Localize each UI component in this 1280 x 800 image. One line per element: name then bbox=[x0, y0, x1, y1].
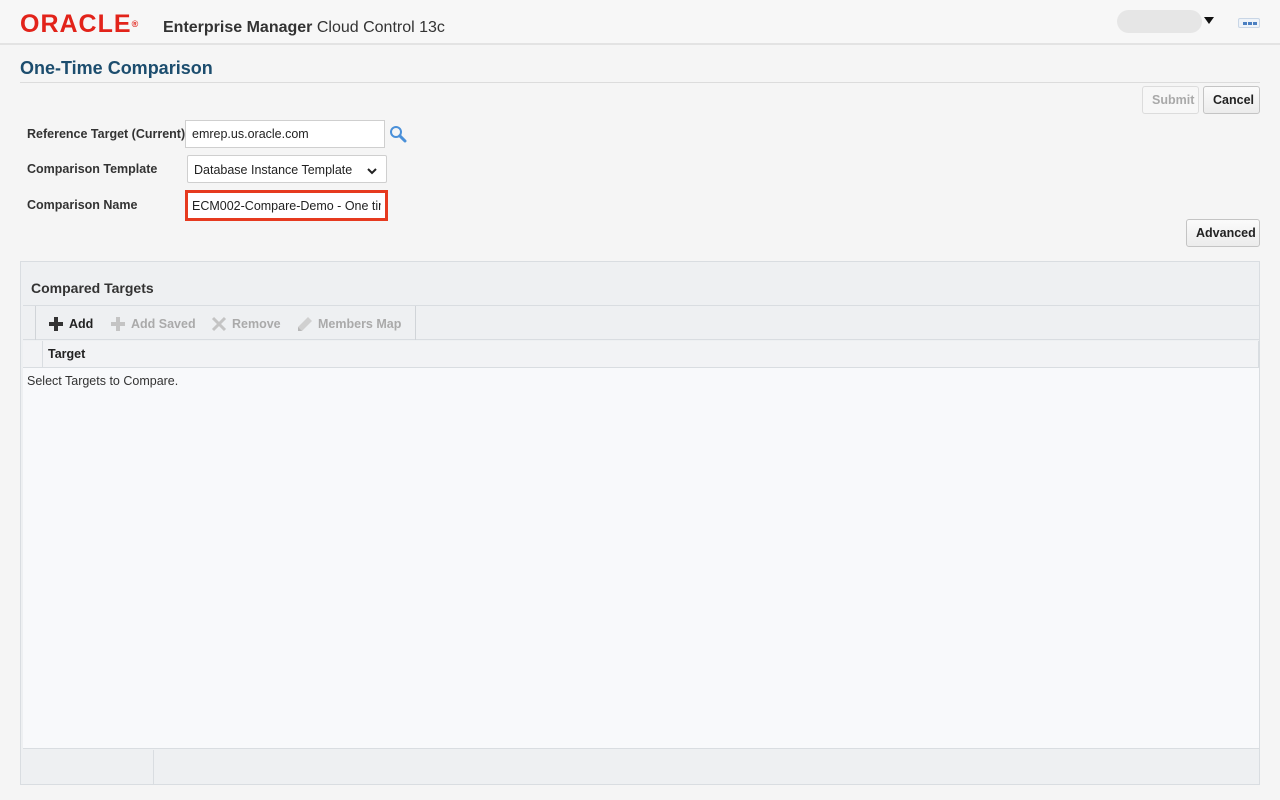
page-title: One-Time Comparison bbox=[20, 58, 213, 78]
comparison-name-input[interactable] bbox=[188, 193, 385, 218]
add-saved-button[interactable]: Add Saved bbox=[110, 315, 196, 333]
comparison-template-label: Comparison Template bbox=[27, 162, 158, 176]
row-selector-header bbox=[23, 341, 43, 367]
caret-down-icon[interactable] bbox=[1204, 17, 1214, 24]
pencil-icon bbox=[298, 317, 312, 331]
empty-table-message: Select Targets to Compare. bbox=[27, 374, 179, 388]
targets-table-body: Select Targets to Compare. bbox=[23, 368, 1259, 749]
app-header: ORACLE® Enterprise Manager Cloud Control… bbox=[0, 0, 1280, 45]
cancel-button[interactable]: Cancel bbox=[1203, 86, 1260, 114]
targets-table-header: Target bbox=[23, 341, 1259, 368]
oracle-logo: ORACLE® bbox=[20, 10, 139, 38]
search-icon[interactable] bbox=[389, 125, 407, 148]
column-header-target[interactable]: Target bbox=[48, 347, 85, 361]
reference-target-input[interactable] bbox=[185, 120, 385, 148]
comparison-template-select[interactable]: Database Instance Template bbox=[187, 155, 387, 183]
remove-button[interactable]: Remove bbox=[211, 315, 281, 333]
add-button-label: Add bbox=[69, 317, 94, 331]
table-footer bbox=[21, 750, 1259, 784]
toolbar-button-group: Add Add Saved Remove Members Map bbox=[35, 306, 416, 340]
product-name-bold: Enterprise Manager bbox=[163, 19, 313, 36]
comparison-name-label: Comparison Name bbox=[27, 198, 138, 212]
remove-button-label: Remove bbox=[232, 317, 281, 331]
menu-icon[interactable] bbox=[1238, 18, 1260, 28]
plus-icon bbox=[111, 317, 125, 331]
compared-targets-title: Compared Targets bbox=[31, 280, 154, 296]
user-menu[interactable] bbox=[1117, 10, 1202, 33]
reference-target-label: Reference Target (Current) bbox=[27, 127, 186, 141]
members-map-button-label: Members Map bbox=[318, 317, 402, 331]
product-name: Enterprise Manager Cloud Control 13c bbox=[163, 19, 445, 37]
add-saved-button-label: Add Saved bbox=[131, 317, 196, 331]
comparison-template-value: Database Instance Template bbox=[194, 163, 353, 177]
chevron-down-icon bbox=[366, 164, 378, 182]
advanced-button[interactable]: Advanced bbox=[1186, 219, 1260, 247]
compared-targets-toolbar: Add Add Saved Remove Members Map bbox=[23, 305, 1259, 340]
plus-icon bbox=[49, 317, 63, 331]
submit-button[interactable]: Submit bbox=[1142, 86, 1199, 114]
x-icon bbox=[211, 316, 227, 332]
members-map-button[interactable]: Members Map bbox=[297, 315, 401, 333]
compared-targets-panel: Compared Targets Add Add Saved Remove Me… bbox=[20, 261, 1260, 785]
add-button[interactable]: Add bbox=[48, 315, 93, 333]
product-name-rest: Cloud Control 13c bbox=[316, 19, 445, 36]
title-divider bbox=[20, 82, 1260, 83]
comparison-name-highlight bbox=[185, 190, 388, 221]
